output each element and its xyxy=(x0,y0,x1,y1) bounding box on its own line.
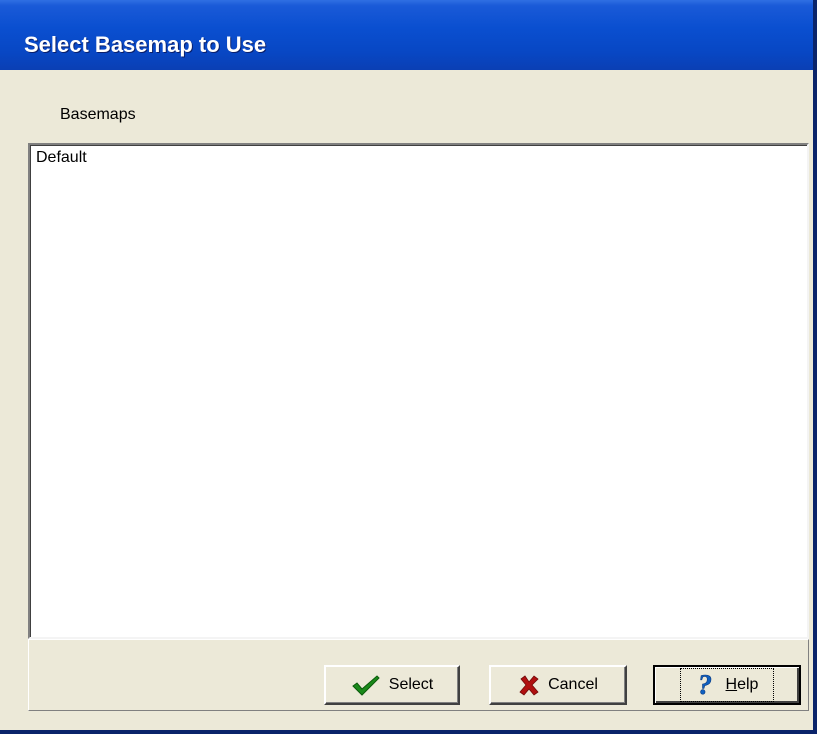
title-bar[interactable]: Select Basemap to Use xyxy=(0,0,813,70)
checkmark-icon xyxy=(351,674,381,696)
help-button-label: Help xyxy=(726,676,759,694)
list-item-default[interactable]: Default xyxy=(36,149,87,167)
help-mnemonic: H xyxy=(725,676,738,693)
svg-text:?: ? xyxy=(698,672,712,698)
help-label-rest: elp xyxy=(737,676,759,693)
basemaps-listbox[interactable]: Default xyxy=(28,143,809,639)
x-mark-icon xyxy=(518,674,540,696)
help-button[interactable]: ? Help xyxy=(653,665,801,705)
basemaps-label: Basemaps xyxy=(60,106,136,123)
select-button-label: Select xyxy=(388,676,434,693)
cancel-button[interactable]: Cancel xyxy=(489,665,627,705)
question-mark-icon: ? xyxy=(696,672,718,698)
dialog-window: Select Basemap to Use Basemaps Default S… xyxy=(0,0,817,734)
select-button[interactable]: Select xyxy=(324,665,460,705)
help-focus-area: ? Help xyxy=(679,668,775,702)
cancel-button-label: Cancel xyxy=(548,676,598,693)
window-title: Select Basemap to Use xyxy=(24,32,267,57)
